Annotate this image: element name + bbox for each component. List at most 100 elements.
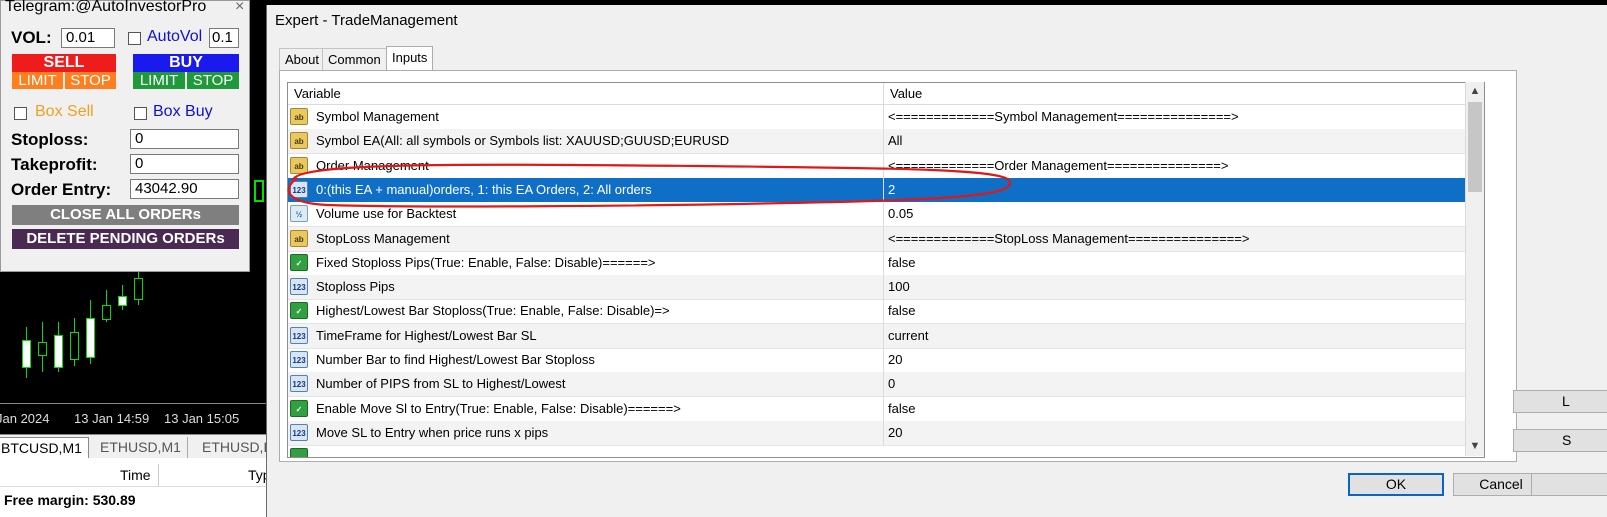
side-button-1[interactable]: L <box>1513 390 1607 413</box>
integer-type-icon: 123 <box>290 326 308 344</box>
boolean-type-icon: ✓ <box>290 399 308 417</box>
grid-row[interactable]: 123 Stoploss Pips 100 <box>288 275 1481 301</box>
x-axis-label-0: Jan 2024 <box>0 411 50 426</box>
candle-body <box>86 318 95 358</box>
expert-dialog: Expert - TradeManagement About Common In… <box>266 0 1607 517</box>
value-cell[interactable]: 20 <box>884 348 1484 372</box>
grid-row[interactable]: 123 TimeFrame for Highest/Lowest Bar SL cu… <box>288 323 1481 349</box>
stoploss-input[interactable]: 0 <box>130 129 239 149</box>
variable-cell: Symbol Management <box>314 105 884 129</box>
value-cell[interactable]: false <box>884 397 1484 421</box>
value-cell[interactable]: <=============Symbol Management=========… <box>884 105 1484 129</box>
grid-vertical-scrollbar[interactable]: ▲ ▼ <box>1465 82 1484 456</box>
variable-cell: Move SL to Entry when price runs x pips <box>314 420 884 445</box>
candle-body <box>102 305 111 320</box>
column-divider <box>158 464 159 486</box>
inputs-grid[interactable]: Variable Value ab Symbol Management <=====… <box>287 82 1485 458</box>
terminal-header: Time Typ <box>0 464 268 487</box>
side-button-2[interactable]: S <box>1513 429 1607 452</box>
candle-body <box>70 332 79 360</box>
integer-type-icon: 123 <box>290 423 308 441</box>
variable-cell: Fixed Stoploss Pips(True: Enable, False:… <box>314 250 884 275</box>
header-variable[interactable]: Variable <box>288 83 884 105</box>
chart-tab-btcusd[interactable]: BTCUSD,M1 <box>0 437 89 459</box>
candle-body <box>254 180 264 202</box>
ok-button[interactable]: OK <box>1348 473 1444 496</box>
boolean-type-icon: ✓ <box>290 253 308 271</box>
variable-cell: Number of PIPS from SL to Highest/Lowest <box>314 372 884 397</box>
grid-row[interactable]: 123 Number Bar to find Highest/Lowest Bar… <box>288 348 1481 373</box>
autovol-label: AutoVol <box>147 28 203 45</box>
annotation-circle <box>287 163 1012 208</box>
box-sell-checkbox[interactable] <box>14 107 27 120</box>
candle-body <box>54 335 63 368</box>
grid-row[interactable]: 123 Move SL to Entry when price runs x pi… <box>288 420 1481 446</box>
value-cell[interactable]: false <box>884 251 1484 275</box>
panel-title: Telegram:@AutoInvestorPro <box>5 0 207 15</box>
integer-type-icon: 123 <box>290 351 308 368</box>
value-cell[interactable]: 0 <box>884 372 1484 396</box>
variable-cell: TimeFrame for Highest/Lowest Bar SL <box>314 323 884 348</box>
partial-button[interactable] <box>1531 473 1607 496</box>
boolean-type-icon: ✓ <box>290 302 308 320</box>
chart-axis-line <box>0 403 268 404</box>
scroll-up-icon[interactable]: ▲ <box>1466 82 1484 100</box>
box-buy-checkbox[interactable] <box>134 107 147 120</box>
stoploss-label: Stoploss: <box>11 130 89 149</box>
candle-body <box>38 342 47 356</box>
box-buy-label: Box Buy <box>153 103 213 120</box>
variable-cell: StopLoss Management <box>314 226 884 251</box>
candle-body <box>134 278 143 300</box>
background-chart-strip <box>266 0 1607 5</box>
autovol-input[interactable]: 0.1 <box>209 28 239 48</box>
value-cell[interactable]: 100 <box>884 275 1484 299</box>
order-entry-input[interactable]: 43042.90 <box>130 179 239 199</box>
grid-row[interactable]: ✓ Highest/Lowest Bar Stoploss(True: Enabl… <box>288 299 1481 325</box>
value-cell[interactable]: <=============StopLoss Management=======… <box>884 227 1484 251</box>
close-all-orders-button[interactable]: CLOSE ALL ORDERs <box>12 205 239 225</box>
variable-cell: Stoploss Pips <box>314 275 884 300</box>
x-axis-label-1: 13 Jan 14:59 <box>74 411 150 426</box>
grid-row[interactable]: ab StopLoss Management <=============StopL… <box>288 226 1481 252</box>
integer-type-icon: 123 <box>290 278 308 296</box>
tab-inputs[interactable]: Inputs <box>386 46 434 72</box>
chart-tabs: BTCUSD,M1 ETHUSD,M1 ETHUSD,H <box>0 434 268 459</box>
value-cell[interactable]: false <box>884 299 1484 323</box>
grid-row[interactable]: ✓ Enable Move Sl to Entry(True: Enable, F… <box>288 396 1481 422</box>
vol-input[interactable]: 0.01 <box>61 28 115 48</box>
autovol-checkbox[interactable] <box>128 32 141 45</box>
grid-row[interactable]: 123 Number of PIPS from SL to Highest/Low… <box>288 372 1481 398</box>
buy-stop-button[interactable]: STOP <box>187 72 239 89</box>
grid-row[interactable]: ab Symbol Management <=============Symbol … <box>288 105 1481 130</box>
grid-row-partial <box>288 445 1481 457</box>
scroll-thumb[interactable] <box>1468 102 1482 192</box>
variable-cell: Number Bar to find Highest/Lowest Bar St… <box>314 348 884 372</box>
close-icon[interactable]: × <box>235 0 244 16</box>
free-margin: Free margin: 530.89 <box>4 492 136 508</box>
string-type-icon: ab <box>290 108 308 125</box>
chart-tab-ethusd-h[interactable]: ETHUSD,H <box>196 437 268 458</box>
sell-button[interactable]: SELL <box>12 54 116 72</box>
x-axis-label-2: 13 Jan 15:05 <box>164 411 240 426</box>
tab-about[interactable]: About <box>279 48 325 71</box>
col-type: Typ <box>248 467 268 483</box>
delete-pending-orders-button[interactable]: DELETE PENDING ORDERs <box>12 229 239 249</box>
tab-common[interactable]: Common <box>322 48 387 71</box>
candle-body <box>22 340 31 368</box>
sell-limit-button[interactable]: LIMIT <box>12 72 63 89</box>
buy-button[interactable]: BUY <box>133 54 239 72</box>
sell-stop-button[interactable]: STOP <box>65 72 116 89</box>
value-cell[interactable]: 20 <box>884 421 1484 445</box>
grid-row[interactable]: ✓ Fixed Stoploss Pips(True: Enable, False… <box>288 250 1481 276</box>
buy-limit-button[interactable]: LIMIT <box>133 72 185 89</box>
value-cell[interactable]: current <box>884 324 1484 348</box>
order-entry-label: Order Entry: <box>11 180 112 199</box>
scroll-down-icon[interactable]: ▼ <box>1466 437 1484 455</box>
takeprofit-input[interactable]: 0 <box>130 154 239 174</box>
header-value[interactable]: Value <box>884 83 1484 105</box>
dialog-title: Expert - TradeManagement <box>275 12 458 29</box>
variable-cell: Enable Move Sl to Entry(True: Enable, Fa… <box>314 396 884 421</box>
chart-tab-ethusd-m1[interactable]: ETHUSD,M1 <box>94 437 188 458</box>
box-sell-label: Box Sell <box>35 103 94 120</box>
col-time: Time <box>120 467 151 483</box>
